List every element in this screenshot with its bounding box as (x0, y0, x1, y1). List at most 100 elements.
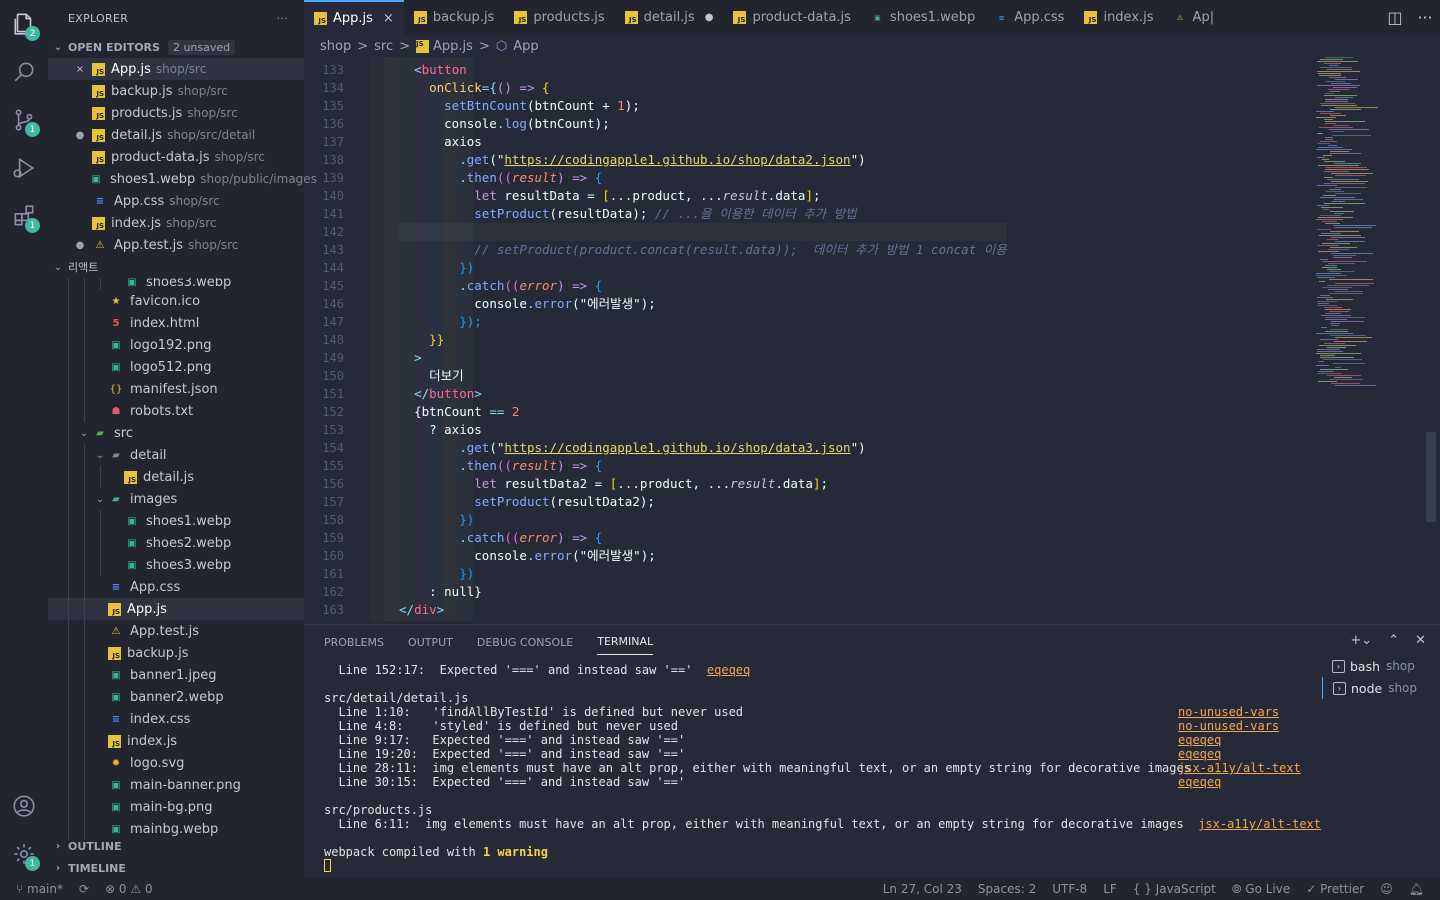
close-tab-icon[interactable]: × (383, 11, 394, 26)
tab-product-data-js[interactable]: JS product-data.js (723, 0, 861, 35)
encoding[interactable]: UTF-8 (1052, 882, 1087, 896)
panel-tab-terminal[interactable]: TERMINAL (597, 629, 654, 655)
file-item[interactable]: JS index.js (48, 730, 304, 752)
breadcrumb-item[interactable]: shop (320, 39, 351, 54)
tab-app-js[interactable]: JS App.js × (304, 0, 404, 35)
file-item[interactable]: ▣ main-banner.png (48, 774, 304, 796)
extensions-icon[interactable]: 1 (0, 192, 48, 240)
file-item[interactable]: ▣ banner2.webp (48, 686, 304, 708)
code-content[interactable]: <button onClick={() => { setBtnCount(btn… (399, 61, 1007, 619)
language-mode[interactable]: { } JavaScript (1133, 882, 1216, 896)
terminal-output[interactable]: Line 152:17: Expected '===' and instead … (324, 663, 1321, 872)
maximize-panel-icon[interactable]: ⌃ (1388, 633, 1399, 648)
file-item[interactable]: JS App.js (48, 598, 304, 620)
outline-section[interactable]: › OUTLINE (48, 835, 304, 857)
terminal-instance[interactable]: › node shop (1322, 677, 1440, 699)
close-icon[interactable]: × (72, 64, 88, 75)
file-item[interactable]: {} manifest.json (48, 378, 304, 400)
tab-app-css[interactable]: ≡ App.css (985, 0, 1074, 35)
terminal-instance[interactable]: › bash shop (1322, 655, 1440, 677)
file-item[interactable]: ⚠ App.test.js (48, 620, 304, 642)
lint-rule-link[interactable]: no-unused-vars (1178, 705, 1279, 719)
file-item[interactable]: ≡ index.css (48, 708, 304, 730)
tab-index-js[interactable]: JS index.js (1074, 0, 1163, 35)
open-editor-item[interactable]: ● ⚠ App.test.js shop/src (48, 234, 304, 256)
project-section[interactable]: ⌄ 리액트 (48, 256, 304, 278)
file-item[interactable]: ▣ banner1.jpeg (48, 664, 304, 686)
feedback-icon[interactable]: ☺ (1380, 882, 1393, 896)
file-item[interactable]: JS detail.js (48, 466, 304, 488)
file-item[interactable]: ▣ logo512.png (48, 356, 304, 378)
unsaved-dot-icon[interactable]: ● (72, 240, 88, 251)
go-live-button[interactable]: ⦾ Go Live (1232, 882, 1290, 897)
lint-rule-link[interactable]: eqeqeq (707, 663, 750, 677)
open-editor-item[interactable]: ▣ shoes1.webp shop/public/images (48, 168, 317, 190)
file-item[interactable]: ▣ shoes3.webp (48, 278, 304, 290)
panel-tab-debug-console[interactable]: DEBUG CONSOLE (477, 630, 573, 655)
tab-products-js[interactable]: JS products.js (504, 0, 614, 35)
code-editor[interactable]: 133 134 135 136 137 138 139 140 141 142 143 144 145 1… (304, 57, 1440, 621)
close-panel-icon[interactable]: ✕ (1415, 633, 1426, 648)
tab-detail-js[interactable]: JS detail.js ● (615, 0, 724, 35)
end-of-line[interactable]: LF (1103, 882, 1117, 896)
file-item[interactable]: 5 index.html (48, 312, 304, 334)
tab-ap-[interactable]: ⚠ Ap| (1164, 0, 1225, 35)
file-item[interactable]: ▣ main-bg.png (48, 796, 304, 818)
breadcrumb-item[interactable]: App.js (433, 39, 473, 54)
panel-tab-output[interactable]: OUTPUT (408, 630, 453, 655)
lint-rule-link[interactable]: eqeqeq (1178, 733, 1221, 747)
open-editor-item[interactable]: ≡ App.css shop/src (48, 190, 304, 212)
breadcrumb-item[interactable]: App (513, 39, 538, 54)
open-editor-item[interactable]: × JS App.js shop/src (48, 58, 304, 80)
folder-item[interactable]: ⌄ ▰ detail (48, 444, 304, 466)
timeline-section[interactable]: › TIMELINE (48, 857, 304, 879)
open-editor-item[interactable]: JS product-data.js shop/src (48, 146, 304, 168)
unsaved-dot-icon[interactable]: ● (72, 130, 88, 141)
settings-gear-icon[interactable]: 1 (0, 830, 48, 878)
file-item[interactable]: ☗ robots.txt (48, 400, 304, 422)
account-icon[interactable] (0, 782, 48, 830)
more-actions-icon[interactable]: ··· (277, 12, 288, 25)
file-item[interactable]: ≡ App.css (48, 576, 304, 598)
folder-item[interactable]: ⌄ ▰ src (48, 422, 304, 444)
file-item[interactable]: JS backup.js (48, 642, 304, 664)
file-item[interactable]: ▣ shoes2.webp (48, 532, 304, 554)
lint-rule-link[interactable]: jsx-a11y/alt-text (1178, 761, 1301, 775)
cursor-position[interactable]: Ln 27, Col 23 (883, 882, 962, 896)
notifications-icon[interactable]: 🔔︎ (1409, 882, 1424, 896)
file-item[interactable]: ▣ shoes1.webp (48, 510, 304, 532)
unsaved-dot-icon[interactable]: ● (705, 12, 714, 23)
open-editor-item[interactable]: ● JS detail.js shop/src/detail (48, 124, 304, 146)
file-item[interactable]: ✹ logo.svg (48, 752, 304, 774)
lint-rule-link[interactable]: no-unused-vars (1178, 719, 1279, 733)
run-debug-icon[interactable] (0, 144, 48, 192)
explorer-icon[interactable]: 2 (0, 0, 48, 48)
more-actions-icon[interactable]: ··· (1417, 8, 1432, 27)
file-item[interactable]: ▣ shoes3.webp (48, 554, 304, 576)
problems-indicator[interactable]: ⊗ 0 ⚠ 0 (105, 882, 153, 896)
panel-tab-problems[interactable]: PROBLEMS (324, 630, 384, 655)
tab-shoes1-webp[interactable]: ▣ shoes1.webp (861, 0, 985, 35)
minimap[interactable] (1312, 57, 1426, 397)
indentation[interactable]: Spaces: 2 (978, 882, 1036, 896)
sync-icon[interactable]: ⟳ (79, 882, 89, 896)
folder-item[interactable]: ⌄ ▰ images (48, 488, 304, 510)
new-terminal-icon[interactable]: +⌄ (1350, 633, 1372, 648)
prettier-status[interactable]: ✓ Prettier (1306, 882, 1364, 896)
lint-rule-link[interactable]: jsx-a11y/alt-text (1198, 817, 1321, 831)
open-editor-item[interactable]: JS index.js shop/src (48, 212, 304, 234)
tab-backup-js[interactable]: JS backup.js (404, 0, 505, 35)
open-editor-item[interactable]: JS backup.js shop/src (48, 80, 304, 102)
split-editor-icon[interactable]: ◫ (1387, 8, 1402, 27)
lint-rule-link[interactable]: eqeqeq (1178, 747, 1221, 761)
file-item[interactable]: ▣ logo192.png (48, 334, 304, 356)
source-control-icon[interactable]: 1 (0, 96, 48, 144)
open-editors-section[interactable]: ⌄ OPEN EDITORS 2 unsaved (48, 36, 304, 58)
editor-scrollbar[interactable] (1426, 432, 1436, 522)
open-editor-item[interactable]: JS products.js shop/src (48, 102, 304, 124)
search-icon[interactable] (0, 48, 48, 96)
branch-indicator[interactable]: ⑂ main* (16, 882, 63, 896)
lint-rule-link[interactable]: eqeqeq (1178, 775, 1221, 789)
file-item[interactable]: ★ favicon.ico (48, 290, 304, 312)
breadcrumb-item[interactable]: src (374, 39, 393, 54)
